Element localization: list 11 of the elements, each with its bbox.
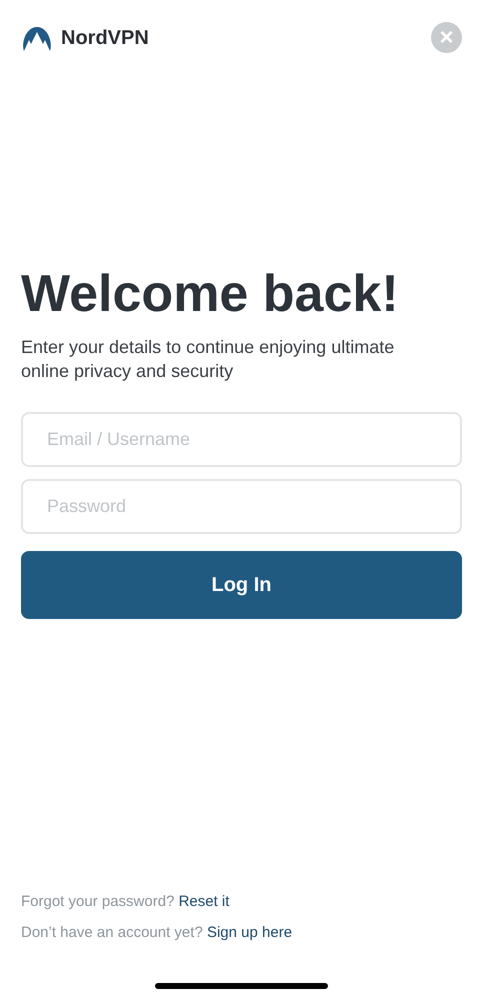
login-button[interactable]: Log In — [21, 551, 462, 619]
footer-text: Forgot your password? Reset it — [21, 892, 230, 911]
email-field[interactable]: Email / Username — [21, 412, 462, 467]
footer-link[interactable]: Reset it — [178, 893, 230, 910]
welcome-heading: Welcome back! — [21, 264, 400, 325]
brand-name: NordVPN — [61, 26, 149, 50]
subtitle-text: Enter your details to continue enjoying ultimate online privacy and security — [21, 336, 396, 383]
footer-link[interactable]: Sign up here — [206, 924, 292, 941]
password-field[interactable]: Password — [21, 479, 462, 534]
mountain-logo-icon — [21, 24, 53, 50]
footer-text: Don’t have an account yet? Sign up here — [21, 923, 294, 942]
